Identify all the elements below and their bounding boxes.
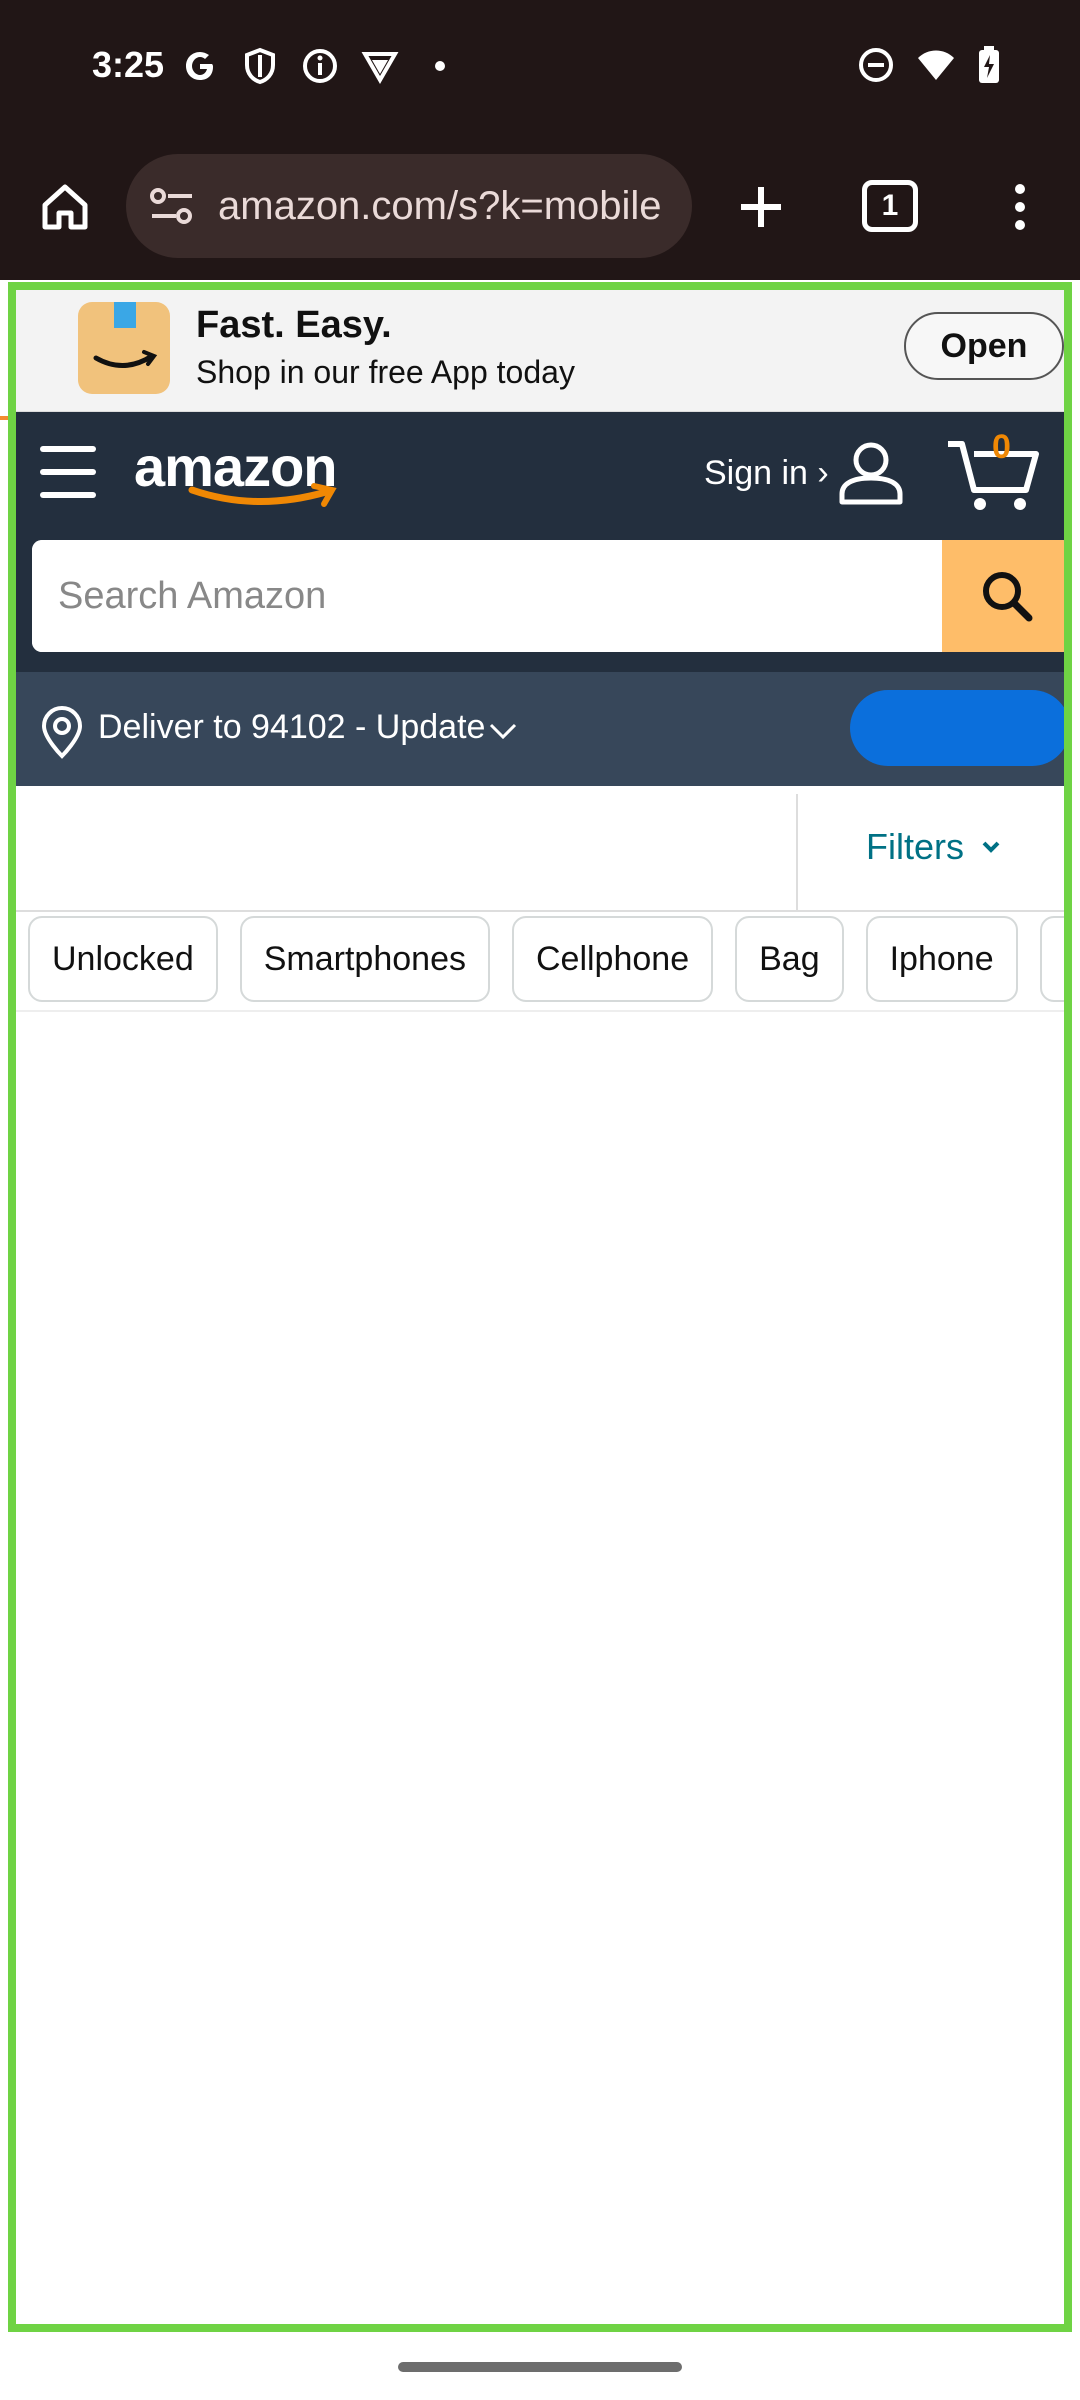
amazon-logo[interactable]: amazon [134, 434, 337, 507]
status-time: 3:25 [92, 44, 165, 85]
blue-action-button[interactable] [850, 690, 1064, 766]
url-text: amazon.com/s?k=mobile [218, 183, 662, 228]
amazon-header: amazon Sign in › 0 [16, 412, 1064, 672]
home-icon [42, 184, 88, 230]
address-bar[interactable]: amazon.com/s?k=mobile [126, 154, 692, 258]
new-tab-button[interactable] [726, 172, 796, 242]
dnd-icon [858, 47, 894, 88]
info-icon [300, 46, 340, 86]
chevron-down-icon [488, 722, 518, 745]
open-app-button[interactable]: Open [904, 312, 1064, 380]
sign-in-link[interactable]: Sign in › [704, 454, 829, 493]
filters-row: Filters [16, 786, 1064, 912]
cart-button[interactable]: 0 [944, 428, 1044, 512]
banner-title: Fast. Easy. [196, 304, 392, 346]
google-icon [180, 46, 220, 86]
browser-toolbar: amazon.com/s?k=mobile 1 [0, 140, 1080, 420]
tab-switcher-button[interactable]: 1 [862, 180, 918, 232]
chip-cellphone[interactable]: Cellphone [511, 916, 714, 1002]
chip-iphone[interactable]: Iphone [865, 916, 1018, 1002]
browser-menu-button[interactable] [1000, 172, 1040, 242]
deliver-bar[interactable]: Deliver to 94102 - Update [16, 672, 1064, 786]
wifi-icon [916, 48, 956, 87]
chip-unlocked[interactable]: Unlocked [28, 916, 218, 1002]
chip-bag[interactable]: Bag [735, 916, 844, 1002]
chip-smartphones[interactable]: Smartphones [239, 916, 490, 1002]
deliver-to-text: Deliver to 94102 - Update [98, 708, 486, 746]
home-button[interactable] [30, 172, 100, 242]
more-vert-icon [1015, 184, 1025, 230]
amazon-app-icon [78, 302, 170, 394]
filters-label: Filters [866, 826, 964, 867]
status-notification-icons [180, 46, 460, 86]
location-pin-icon [38, 706, 86, 760]
chip-partial[interactable]: Sta [1039, 916, 1064, 1002]
plus-icon [741, 187, 781, 227]
vpn-icon [360, 46, 400, 86]
search-button[interactable] [942, 540, 1064, 652]
chevron-down-icon [982, 841, 1000, 853]
search-icon [983, 572, 1033, 622]
search-bar [32, 540, 1064, 652]
battery-icon [978, 46, 1000, 89]
user-icon[interactable] [836, 438, 906, 508]
app-banner: Fast. Easy. Shop in our free App today O… [16, 290, 1064, 412]
gesture-bar[interactable] [398, 2362, 682, 2372]
status-system-icons [858, 46, 1000, 89]
search-input[interactable] [32, 540, 932, 652]
web-content: Fast. Easy. Shop in our free App today O… [8, 282, 1072, 2332]
menu-icon[interactable] [40, 446, 96, 498]
smile-icon [188, 483, 337, 507]
shield-icon [240, 46, 280, 86]
status-bar: 3:25 [0, 0, 1080, 140]
refinement-chips: Unlocked Smartphones Cellphone Bag Iphon… [16, 914, 1064, 1012]
divider [796, 794, 798, 912]
cart-count: 0 [992, 428, 1011, 466]
dot-icon [420, 46, 460, 86]
banner-subtitle: Shop in our free App today [196, 354, 575, 390]
filters-button[interactable]: Filters [866, 826, 1000, 868]
site-settings-icon[interactable] [146, 180, 198, 232]
